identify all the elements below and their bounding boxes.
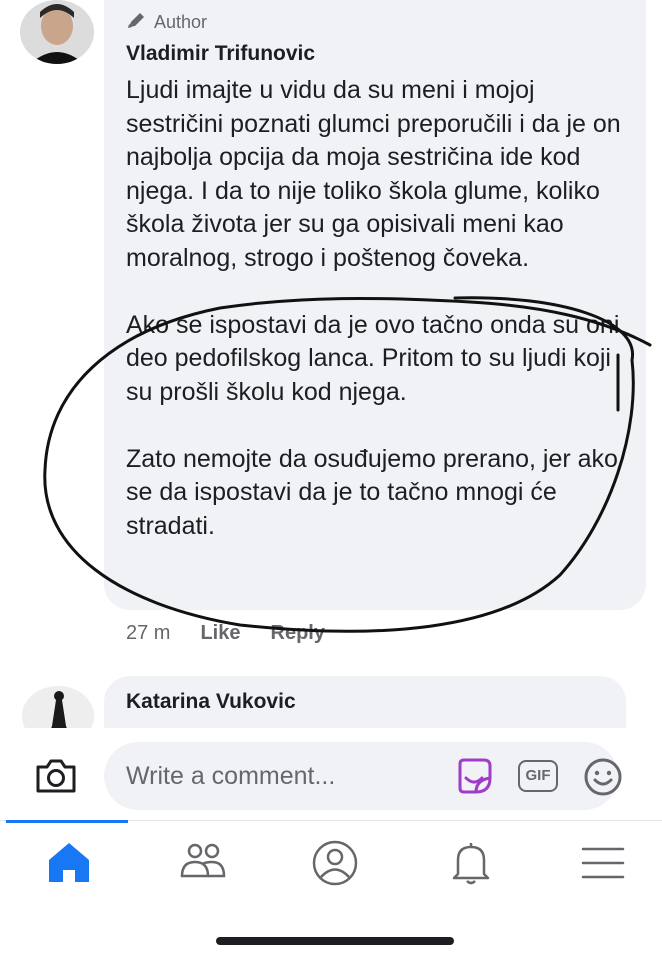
comment-paragraph: Ljudi imajte u vidu da su meni i mojoj s… [126,76,621,272]
comment-author-name[interactable]: Vladimir Trifunovic [126,42,315,66]
friends-icon[interactable] [178,838,228,888]
camera-icon[interactable] [34,757,78,795]
home-indicator [216,937,454,945]
author-badge: Author [126,10,207,35]
gif-icon[interactable]: GIF [518,760,558,792]
author-avatar[interactable] [20,0,94,64]
bell-icon[interactable] [446,838,496,888]
author-badge-label: Author [154,12,208,32]
comment-text: Ljudi imajte u vidu da su meni i mojoj s… [126,74,626,543]
comment-timestamp: 27 m [126,622,171,644]
comment-paragraph: Ako se ispostavi da je ovo tačno onda su… [126,310,620,406]
emoji-icon[interactable] [582,756,624,798]
comment-input-placeholder: Write a comment... [126,762,336,790]
comment-meta: 27 m Like Reply [126,622,325,645]
profile-icon[interactable] [310,838,360,888]
pencil-icon [126,10,148,35]
active-tab-indicator [6,820,128,823]
like-button[interactable]: Like [200,622,240,645]
comment-paragraph: Zato nemojte da osuđujemo prerano, jer a… [126,444,618,540]
sticker-icon[interactable] [454,756,494,796]
menu-icon[interactable] [578,838,628,888]
reply-button[interactable]: Reply [271,622,325,645]
home-icon[interactable] [44,838,94,888]
comment-author-name[interactable]: Katarina Vukovic [126,690,296,714]
